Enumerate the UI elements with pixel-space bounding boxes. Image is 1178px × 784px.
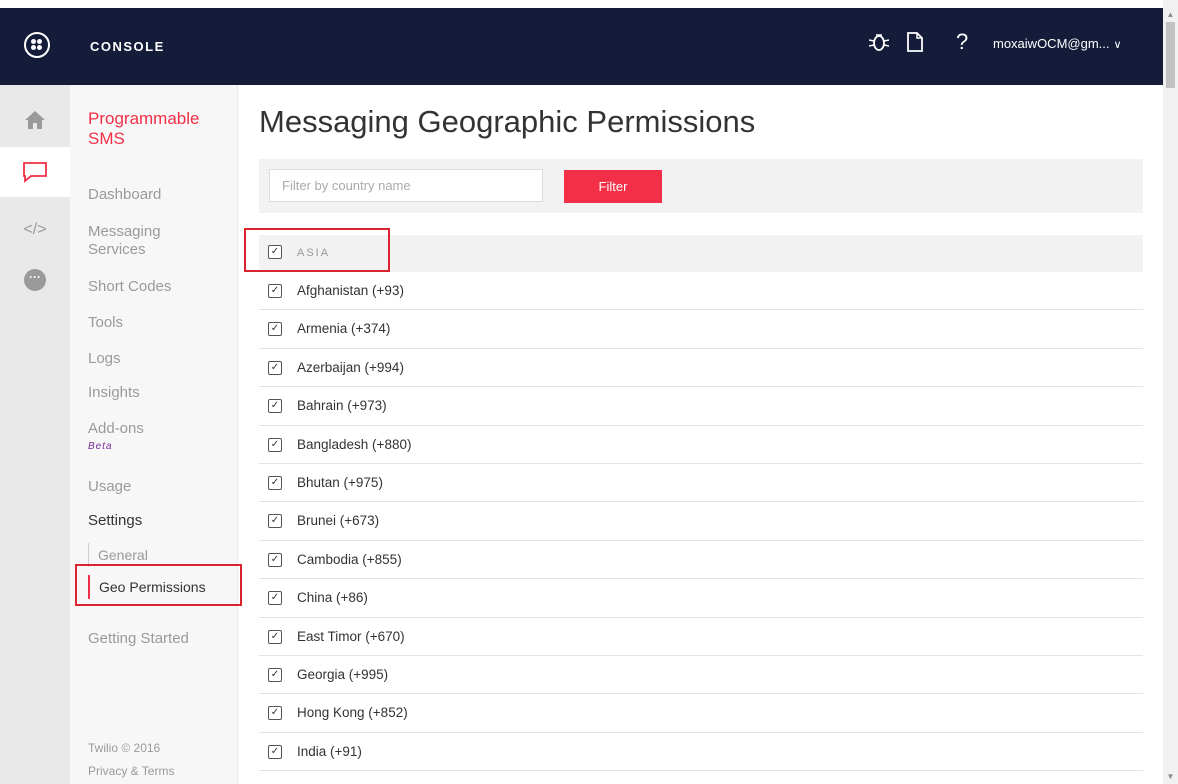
- sidebar-item-usage[interactable]: Usage: [88, 478, 131, 496]
- region-header-asia: ✓ ASIA: [259, 235, 1143, 272]
- product-rail: </> ···: [0, 85, 70, 784]
- sidebar-item-getting-started[interactable]: Getting Started: [88, 630, 189, 648]
- list-item: ✓ Bhutan (+975): [259, 464, 1143, 503]
- country-name: Bhutan (+975): [297, 474, 383, 490]
- country-name: Bahrain (+973): [297, 398, 387, 414]
- list-item: ✓ India (+91): [259, 733, 1143, 772]
- privacy-terms-link[interactable]: Privacy & Terms: [88, 764, 174, 778]
- country-checkbox[interactable]: ✓: [268, 591, 282, 606]
- console-title: CONSOLE: [90, 39, 165, 54]
- list-item: ✓ Bangladesh (+880): [259, 426, 1143, 464]
- sidebar-item-logs[interactable]: Logs: [88, 350, 121, 368]
- country-list: ✓ Afghanistan (+93) ✓ Armenia (+374) ✓ Azer…: [259, 272, 1143, 772]
- country-checkbox[interactable]: ✓: [268, 399, 282, 414]
- account-email: moxaiwOCM@gm...: [993, 36, 1110, 51]
- geo-permissions-highlight: [75, 564, 242, 606]
- list-item: ✓ East Timor (+670): [259, 618, 1143, 656]
- more-dots: ···: [24, 269, 46, 291]
- country-checkbox[interactable]: ✓: [268, 667, 282, 682]
- country-name: Hong Kong (+852): [297, 705, 408, 721]
- list-item: ✓ Brunei (+673): [259, 502, 1143, 541]
- list-item: ✓ Armenia (+374): [259, 310, 1143, 349]
- country-checkbox[interactable]: ✓: [268, 629, 282, 644]
- list-item: ✓ Bahrain (+973): [259, 387, 1143, 426]
- country-checkbox[interactable]: ✓: [268, 475, 282, 490]
- list-item: ✓ Azerbaijan (+994): [259, 349, 1143, 388]
- docs-icon[interactable]: [906, 30, 924, 60]
- list-item: ✓ Cambodia (+855): [259, 541, 1143, 580]
- filter-panel: Filter: [259, 159, 1143, 213]
- country-checkbox[interactable]: ✓: [268, 514, 282, 529]
- country-checkbox[interactable]: ✓: [268, 706, 282, 721]
- more-icon[interactable]: ···: [0, 257, 70, 303]
- sidebar-item-add-ons[interactable]: Add-ons: [88, 420, 144, 438]
- sidebar-item-settings[interactable]: Settings: [88, 512, 142, 530]
- top-bar: CONSOLE ? moxaiwOCM@gm... ∨: [0, 8, 1163, 85]
- country-name: Armenia (+374): [297, 321, 391, 337]
- sidebar-item-dashboard[interactable]: Dashboard: [88, 186, 161, 204]
- country-name: Brunei (+673): [297, 513, 380, 529]
- country-checkbox[interactable]: ✓: [268, 322, 282, 337]
- list-item: ✓ China (+86): [259, 579, 1143, 618]
- nav-product-title[interactable]: Programmable SMS: [88, 109, 228, 149]
- country-name: Afghanistan (+93): [297, 283, 404, 298]
- country-checkbox[interactable]: ✓: [268, 437, 282, 452]
- sidebar-item-tools[interactable]: Tools: [88, 314, 123, 332]
- list-item: ✓ Afghanistan (+93): [259, 272, 1143, 311]
- chevron-down-icon: ∨: [1113, 39, 1122, 51]
- home-icon[interactable]: [0, 97, 70, 143]
- scroll-up-arrow-icon[interactable]: ▲: [1163, 8, 1178, 22]
- scroll-down-arrow-icon[interactable]: ▼: [1163, 770, 1178, 784]
- asia-highlight: [244, 228, 390, 272]
- scrollbar-thumb[interactable]: [1166, 22, 1175, 88]
- country-name: Bangladesh (+880): [297, 436, 412, 452]
- help-icon[interactable]: ?: [956, 30, 968, 54]
- country-name: China (+86): [297, 590, 368, 606]
- code-icon[interactable]: </>: [0, 207, 70, 253]
- list-item: ✓ Georgia (+995): [259, 656, 1143, 695]
- country-checkbox[interactable]: ✓: [268, 284, 282, 298]
- copyright-text: Twilio © 2016: [88, 741, 161, 755]
- country-name: Cambodia (+855): [297, 551, 402, 567]
- account-menu[interactable]: moxaiwOCM@gm... ∨: [993, 36, 1122, 51]
- country-name: Georgia (+995): [297, 666, 389, 682]
- country-checkbox[interactable]: ✓: [268, 552, 282, 567]
- sidebar-item-messaging-services[interactable]: Messaging Services: [88, 223, 198, 259]
- messaging-icon[interactable]: [0, 147, 70, 197]
- country-checkbox[interactable]: ✓: [268, 360, 282, 375]
- logo-icon[interactable]: [24, 32, 50, 58]
- beta-badge: Beta: [88, 441, 113, 452]
- list-item: ✓ Hong Kong (+852): [259, 694, 1143, 733]
- debugger-icon[interactable]: [868, 30, 890, 60]
- country-checkbox[interactable]: ✓: [268, 744, 282, 759]
- page-title: Messaging Geographic Permissions: [259, 104, 756, 139]
- country-name: Azerbaijan (+994): [297, 359, 404, 375]
- filter-button[interactable]: Filter: [564, 170, 662, 203]
- country-name: East Timor (+670): [297, 628, 405, 644]
- sidebar-item-insights[interactable]: Insights: [88, 384, 140, 402]
- page-scrollbar[interactable]: ▲ ▼: [1163, 0, 1178, 784]
- sidebar-nav: Programmable SMS Dashboard Messaging Ser…: [70, 85, 238, 784]
- country-filter-input[interactable]: [269, 169, 543, 202]
- sidebar-item-short-codes[interactable]: Short Codes: [88, 278, 171, 296]
- country-name: India (+91): [297, 743, 362, 759]
